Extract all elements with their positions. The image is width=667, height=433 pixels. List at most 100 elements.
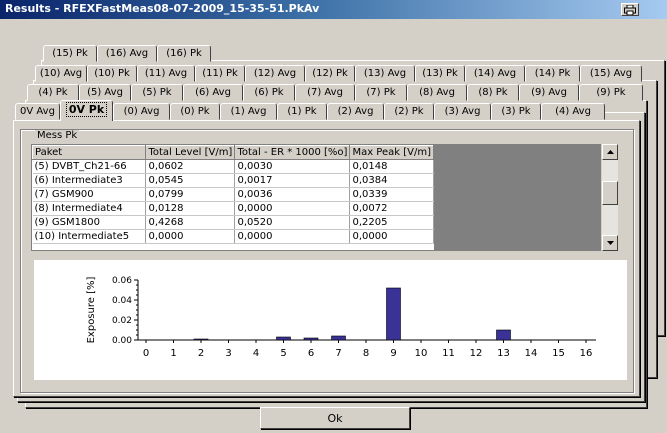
- tab-label: (1) Pk: [287, 106, 317, 117]
- x-tick-label: 15: [552, 348, 565, 359]
- x-tick-label: 8: [363, 348, 369, 359]
- tab-10-avg[interactable]: (10) Avg: [35, 65, 87, 82]
- bar-13: [496, 329, 511, 341]
- scroll-down-button[interactable]: [602, 235, 618, 251]
- tab-8-avg[interactable]: (8) Avg: [407, 84, 467, 101]
- table-cell: (9) GSM1800: [32, 215, 147, 230]
- tab-7-avg[interactable]: (7) Avg: [295, 84, 355, 101]
- tab-10-pk[interactable]: (10) Pk: [87, 65, 137, 82]
- tab-7-pk[interactable]: (7) Pk: [355, 84, 407, 101]
- tab-label: (4) Pk: [38, 87, 68, 98]
- tab-2-pk[interactable]: (2) Pk: [384, 103, 434, 120]
- x-tick-label: 4: [253, 348, 259, 359]
- table-row[interactable]: (6) Intermediate3 0,0545 0,0017 0,0384: [32, 173, 434, 188]
- tab-4-avg[interactable]: (4) Avg: [541, 103, 605, 120]
- tab-9-pk[interactable]: (9) Pk: [579, 84, 643, 101]
- tab-label: (2) Avg: [337, 106, 374, 117]
- tab-label: (5) Avg: [87, 87, 123, 98]
- table-cell: 0,0000: [234, 229, 351, 244]
- tab-2-avg[interactable]: (2) Avg: [327, 103, 384, 120]
- table-cell: 0,0000: [234, 201, 351, 216]
- tab-8-pk[interactable]: (8) Pk: [467, 84, 519, 101]
- table-row[interactable]: (8) Intermediate4 0,0128 0,0000 0,0072: [32, 201, 434, 216]
- tab-15-avg[interactable]: (15) Avg: [580, 65, 642, 82]
- tab-12-pk[interactable]: (12) Pk: [305, 65, 355, 82]
- tab-4-pk[interactable]: (4) Pk: [27, 84, 79, 101]
- tab-13-pk[interactable]: (13) Pk: [415, 65, 465, 82]
- x-tick-label: 3: [225, 348, 231, 359]
- tab-14-avg[interactable]: (14) Avg: [465, 65, 525, 82]
- tab-0-pk[interactable]: (0) Pk: [170, 103, 220, 120]
- tab-16-avg[interactable]: (16) Avg: [97, 45, 157, 62]
- table-cell: 0,0000: [349, 229, 434, 244]
- table-cell: 0,0339: [349, 187, 434, 202]
- x-tick-label: 6: [308, 348, 314, 359]
- tab-11-avg[interactable]: (11) Avg: [137, 65, 195, 82]
- tab-label: (16) Pk: [166, 48, 202, 59]
- tab-9-avg[interactable]: (9) Avg: [519, 84, 579, 101]
- tab-15-pk[interactable]: (15) Pk: [43, 45, 97, 62]
- column-header-paket[interactable]: Paket: [32, 145, 147, 160]
- table-cell: 0,4268: [145, 215, 236, 230]
- table-row[interactable]: (7) GSM900 0,0799 0,0036 0,0339: [32, 187, 434, 202]
- table-cell: 0,0036: [234, 187, 351, 202]
- y-tick-label: 0.02: [112, 316, 132, 326]
- tab-label: (12) Pk: [312, 68, 348, 79]
- column-header-total-level[interactable]: Total Level [V/m]: [145, 145, 236, 160]
- ok-button[interactable]: Ok: [260, 407, 410, 429]
- table-cell: (8) Intermediate4: [32, 201, 147, 216]
- table-row[interactable]: (9) GSM1800 0,4268 0,0520 0,2205: [32, 215, 434, 230]
- print-button[interactable]: [621, 3, 639, 16]
- table-cell: (10) Intermediate5: [32, 229, 147, 244]
- tab-6-pk[interactable]: (6) Pk: [243, 84, 295, 101]
- table-cell: (6) Intermediate3: [32, 173, 147, 188]
- tab-3-avg[interactable]: (3) Avg: [434, 103, 491, 120]
- tab-12-avg[interactable]: (12) Avg: [245, 65, 305, 82]
- tab-1-pk[interactable]: (1) Pk: [277, 103, 327, 120]
- tab-label: (0) Avg: [123, 106, 160, 117]
- table-scrollbar[interactable]: [601, 144, 618, 251]
- tab-5-avg[interactable]: (5) Avg: [79, 84, 131, 101]
- title-bar: Results - RFEXFastMeas08-07-2009_15-35-5…: [0, 0, 667, 19]
- tab-label: (4) Avg: [555, 106, 591, 117]
- tab-0v-avg[interactable]: 0V Avg: [15, 103, 60, 120]
- tab-label: (2) Pk: [394, 106, 424, 117]
- tab-label: (7) Avg: [307, 87, 343, 98]
- exposure-chart-svg: 0.000.020.040.06Exposure [%]0 1 2 3 4 5 6 7 8 9 10…: [86, 276, 596, 359]
- x-tick-label: 7: [335, 348, 341, 359]
- tab-label: (7) Pk: [366, 87, 396, 98]
- tab-11-pk[interactable]: (11) Pk: [195, 65, 245, 82]
- scroll-up-button[interactable]: [602, 144, 618, 160]
- column-header-total-er[interactable]: Total - ER * 1000 [%o]: [234, 145, 351, 160]
- x-tick-label: 16: [580, 348, 593, 359]
- exposure-chart: 0.00 0.02 0.04 0.06 Exposure [%] 0 1 2 3 4 5 6 7 8 9 10…: [34, 260, 627, 380]
- scroll-thumb[interactable]: [602, 181, 618, 205]
- tab-6-avg[interactable]: (6) Avg: [183, 84, 243, 101]
- table-cell: 0,0017: [234, 173, 351, 188]
- results-table[interactable]: Paket Total Level [V/m] Total - ER * 100…: [31, 144, 435, 251]
- x-tick-label: 14: [525, 348, 538, 359]
- window-title: Results - RFEXFastMeas08-07-2009_15-35-5…: [5, 2, 320, 15]
- tab-0-avg[interactable]: (0) Avg: [113, 103, 170, 120]
- column-header-max-peak[interactable]: Max Peak [V/m]: [349, 145, 434, 160]
- tab-label: (3) Pk: [501, 106, 531, 117]
- table-cell: 0,0148: [349, 159, 434, 174]
- x-tick-label: 10: [415, 348, 428, 359]
- tab-16-pk[interactable]: (16) Pk: [157, 45, 211, 62]
- tab-14-pk[interactable]: (14) Pk: [525, 65, 580, 82]
- x-tick-label: 11: [442, 348, 455, 359]
- tab-label: (8) Pk: [478, 87, 508, 98]
- table-cell: (5) DVBT_Ch21-66: [32, 159, 147, 174]
- table-row[interactable]: (5) DVBT_Ch21-66 0,0602 0,0030 0,0148: [32, 159, 434, 174]
- tab-1-avg[interactable]: (1) Avg: [220, 103, 277, 120]
- tab-5-pk[interactable]: (5) Pk: [131, 84, 183, 101]
- tab-3-pk[interactable]: (3) Pk: [491, 103, 541, 120]
- table-cell: 0,0000: [145, 229, 236, 244]
- table-row[interactable]: (10) Intermediate5 0,0000 0,0000 0,0000: [32, 229, 434, 244]
- printer-icon: [624, 4, 636, 15]
- tab-label: (0) Pk: [180, 106, 210, 117]
- tab-label: (13) Avg: [363, 68, 407, 79]
- tab-13-avg[interactable]: (13) Avg: [355, 65, 415, 82]
- tab-label: (1) Avg: [230, 106, 267, 117]
- tab-0v-pk[interactable]: 0V Pk: [60, 100, 113, 121]
